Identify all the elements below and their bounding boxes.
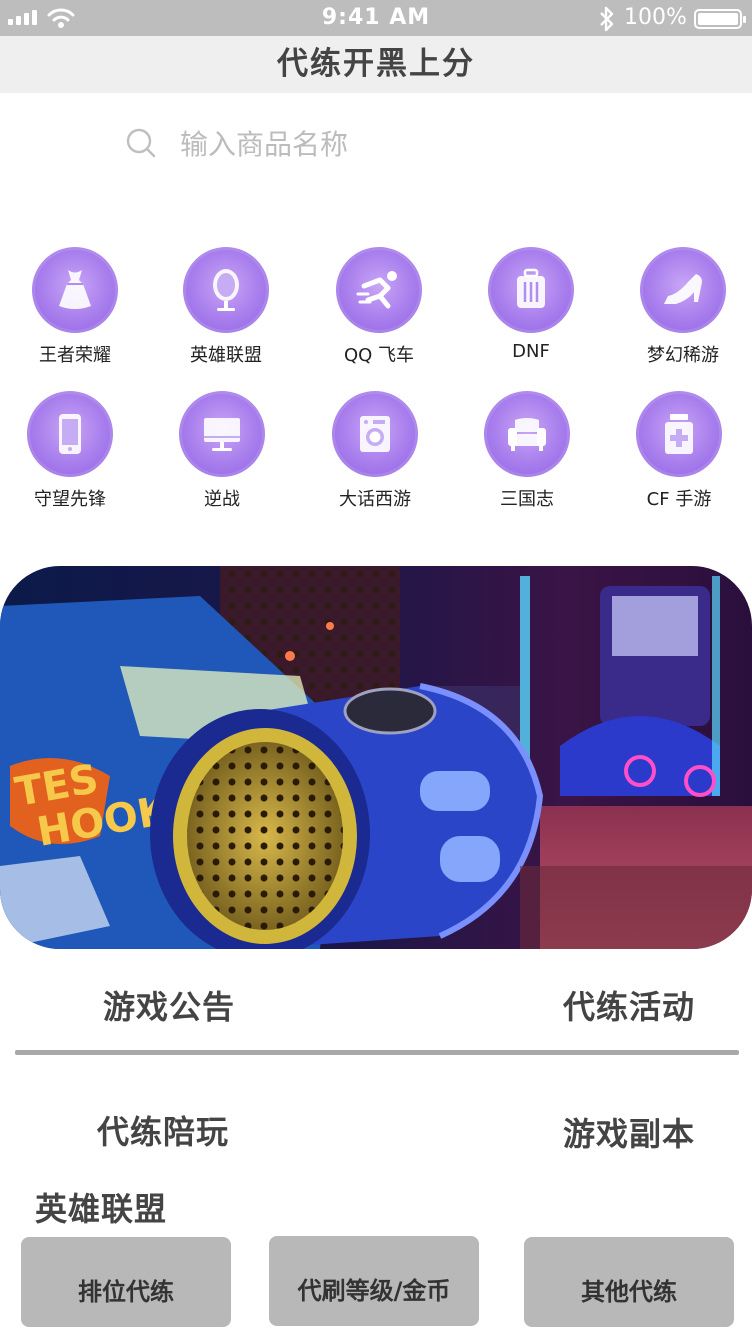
category-lol[interactable]: 英雄联盟 [161, 247, 291, 367]
monitor-icon [204, 418, 240, 451]
nav-bar: 代练开黑上分 [0, 36, 752, 93]
promo-banner[interactable]: TES HOOK [0, 566, 752, 949]
game-section-title: 英雄联盟 [35, 1190, 168, 1228]
category-label: DNF [512, 341, 550, 362]
search-bar[interactable] [120, 118, 640, 170]
category-label: 逆战 [204, 489, 240, 510]
bluetooth-icon [600, 6, 614, 32]
category-label: 梦幻稀游 [647, 345, 719, 366]
rank-boost-button[interactable]: 排位代练 [21, 1237, 231, 1327]
section-divider [15, 1050, 739, 1055]
other-boost-button[interactable]: 其他代练 [524, 1237, 734, 1327]
category-dahua[interactable]: 大话西游 [310, 391, 440, 511]
category-nizhan[interactable]: 逆战 [157, 391, 287, 511]
category-dnf[interactable]: DNF [466, 247, 596, 362]
luggage-icon [517, 268, 545, 308]
tab-announcement[interactable]: 游戏公告 [103, 982, 235, 1028]
mirror-icon [213, 269, 239, 311]
tab-dungeon[interactable]: 游戏副本 [563, 1109, 695, 1155]
battery-icon [694, 9, 746, 29]
medicine-icon [665, 414, 693, 454]
high-heel-icon [664, 274, 702, 304]
category-label: 英雄联盟 [190, 345, 262, 366]
sofa-icon [508, 418, 546, 451]
phone-icon [59, 414, 81, 454]
category-cf-mobile[interactable]: CF 手游 [614, 391, 744, 511]
category-label: 大话西游 [339, 489, 411, 510]
tab-activity[interactable]: 代练活动 [563, 982, 695, 1028]
category-label: CF 手游 [646, 489, 712, 510]
tab-companion[interactable]: 代练陪玩 [97, 1107, 229, 1153]
category-qq-speed[interactable]: QQ 飞车 [314, 247, 444, 367]
running-icon [356, 271, 397, 309]
dress-icon [59, 270, 91, 309]
category-label: 三国志 [500, 489, 554, 510]
category-label: 守望先锋 [34, 489, 106, 510]
page-title: 代练开黑上分 [277, 46, 475, 82]
category-overwatch[interactable]: 守望先锋 [5, 391, 135, 511]
level-gold-button[interactable]: 代刷等级/金币 [269, 1236, 479, 1326]
category-sanguo[interactable]: 三国志 [462, 391, 592, 511]
arcade-banner-image: TES HOOK [0, 566, 752, 949]
category-label: 王者荣耀 [39, 345, 111, 366]
washing-machine-icon [360, 416, 390, 452]
category-wangzhe[interactable]: 王者荣耀 [10, 247, 140, 367]
status-bar: 9:41 AM 100% [0, 0, 752, 36]
category-menghuan[interactable]: 梦幻稀游 [618, 247, 748, 367]
search-icon[interactable] [126, 128, 156, 158]
battery-percent: 100% [624, 5, 687, 30]
search-input[interactable] [178, 118, 622, 170]
category-label: QQ 飞车 [343, 345, 415, 366]
